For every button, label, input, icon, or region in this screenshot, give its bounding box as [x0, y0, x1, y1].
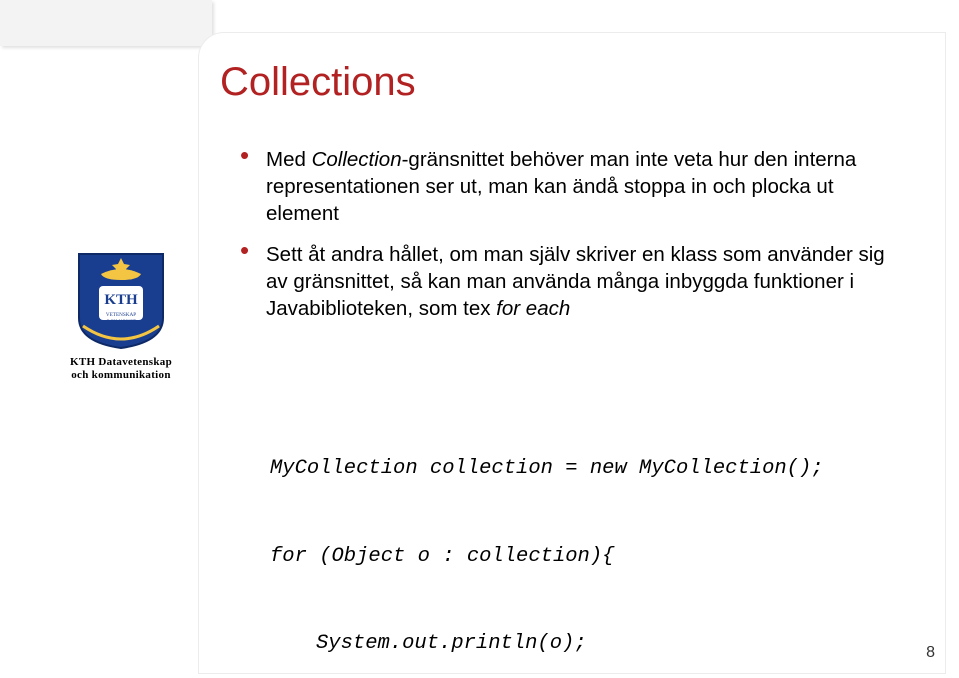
bullet-list: Med Collection-gränsnittet behöver man i…: [240, 146, 900, 336]
code-block: MyCollection collection = new MyCollecti…: [270, 396, 824, 678]
bullet-item: Med Collection-gränsnittet behöver man i…: [240, 146, 900, 227]
svg-text:VETENSKAP: VETENSKAP: [106, 312, 136, 318]
kth-logo: KTH VETENSKAP OCH KONST KTH Datavetenska…: [62, 246, 180, 383]
bullet-text-pre: Sett åt andra hållet, om man själv skriv…: [266, 243, 885, 320]
code-line: for (Object o : collection){: [270, 542, 824, 571]
slide-title: Collections: [220, 60, 416, 105]
page-number: 8: [926, 644, 935, 662]
kth-dept-line2: och kommunikation: [62, 369, 180, 382]
slide: Collections Med Collection-gränsnittet b…: [0, 0, 959, 678]
code-line: System.out.println(o);: [270, 629, 824, 658]
svg-text:OCH KONST: OCH KONST: [106, 319, 136, 325]
bullet-text-em: for each: [496, 297, 570, 320]
code-line: MyCollection collection = new MyCollecti…: [270, 454, 824, 483]
bullet-item: Sett åt andra hållet, om man själv skriv…: [240, 241, 900, 322]
bullet-text-em: Collection: [312, 148, 402, 171]
kth-dept-line1: KTH Datavetenskap: [62, 356, 180, 369]
top-grey-bar: [0, 0, 212, 46]
svg-text:KTH: KTH: [104, 292, 138, 308]
kth-department-label: KTH Datavetenskap och kommunikation: [62, 356, 180, 383]
bullet-text-pre: Med: [266, 148, 312, 171]
kth-crest-icon: KTH VETENSKAP OCH KONST: [69, 246, 173, 350]
